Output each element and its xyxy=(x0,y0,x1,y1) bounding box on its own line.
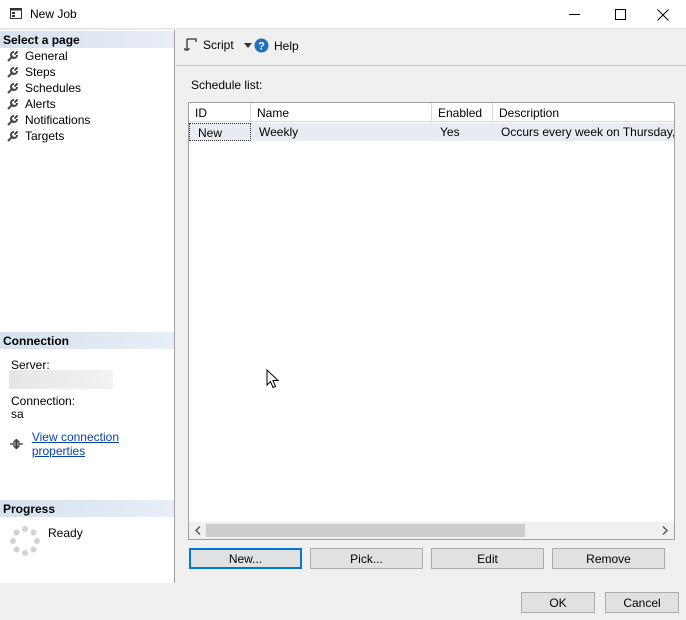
pick-schedule-button[interactable]: Pick... xyxy=(310,548,423,569)
connection-label: Connection: xyxy=(11,394,76,408)
column-header-name[interactable]: Name xyxy=(251,103,432,122)
minimize-button[interactable] xyxy=(551,0,597,29)
scroll-thumb[interactable] xyxy=(206,524,525,537)
cell-description[interactable]: Occurs every week on Thursday, Sat xyxy=(493,123,674,141)
nav-item-schedules[interactable]: Schedules xyxy=(6,80,81,96)
minimize-icon xyxy=(568,14,580,15)
wrench-icon xyxy=(7,98,19,110)
ok-button[interactable]: OK xyxy=(521,592,595,613)
nav-item-targets[interactable]: Targets xyxy=(6,128,64,144)
help-button[interactable]: ? Help xyxy=(254,38,299,53)
wrench-icon xyxy=(7,50,19,62)
nav-item-alerts[interactable]: Alerts xyxy=(6,96,56,112)
new-schedule-button[interactable]: New... xyxy=(189,548,302,569)
edit-schedule-button[interactable]: Edit xyxy=(431,548,544,569)
select-page-header: Select a page xyxy=(0,31,174,48)
nav-item-label: Steps xyxy=(25,65,56,79)
toolbar: Script ? Help xyxy=(176,30,686,66)
schedule-list-label: Schedule list: xyxy=(191,78,263,92)
wrench-icon xyxy=(7,82,19,94)
nav-item-general[interactable]: General xyxy=(6,48,68,64)
progress-header: Progress xyxy=(0,500,174,517)
job-window-icon xyxy=(10,8,22,19)
chevron-right-icon xyxy=(662,526,668,535)
cell-name[interactable]: Weekly xyxy=(251,123,432,141)
mouse-cursor-icon xyxy=(266,369,279,389)
nav-item-steps[interactable]: Steps xyxy=(6,64,56,80)
view-connection-properties-link[interactable]: View connection properties xyxy=(32,430,174,458)
nav-item-label: Notifications xyxy=(25,113,91,127)
cell-enabled[interactable]: Yes xyxy=(432,123,493,141)
chevron-left-icon xyxy=(195,526,201,535)
maximize-icon xyxy=(614,9,626,20)
schedule-grid[interactable]: ID Name Enabled Description New Weekly Y… xyxy=(188,102,675,540)
left-pane: Select a page General Steps Schedules Al… xyxy=(0,30,175,583)
nav-item-label: General xyxy=(25,49,68,63)
table-row[interactable]: New Weekly Yes Occurs every week on Thur… xyxy=(189,123,674,141)
scroll-right-button[interactable] xyxy=(658,524,672,537)
maximize-button[interactable] xyxy=(597,0,643,29)
remove-schedule-button[interactable]: Remove xyxy=(552,548,665,569)
connection-value: sa xyxy=(11,407,24,421)
nav-item-notifications[interactable]: Notifications xyxy=(6,112,90,128)
nav-item-label: Alerts xyxy=(25,97,56,111)
chevron-down-icon xyxy=(243,42,252,48)
cell-id[interactable]: New xyxy=(189,123,251,141)
svg-text:?: ? xyxy=(258,41,265,53)
server-value-redacted xyxy=(9,370,113,389)
connection-header: Connection xyxy=(0,332,174,349)
script-dropdown-button[interactable]: Script xyxy=(184,38,252,52)
help-label: Help xyxy=(274,38,299,53)
grid-header: ID Name Enabled Description xyxy=(189,103,674,122)
close-icon xyxy=(657,8,669,21)
connection-plug-icon xyxy=(9,438,23,449)
wrench-icon xyxy=(7,130,19,142)
script-icon xyxy=(184,38,197,51)
scroll-left-button[interactable] xyxy=(191,524,205,537)
column-header-description[interactable]: Description xyxy=(493,103,674,122)
window-title: New Job xyxy=(30,7,77,21)
progress-spinner-icon xyxy=(10,526,40,556)
progress-status: Ready xyxy=(48,526,83,540)
wrench-icon xyxy=(7,114,19,126)
horizontal-scrollbar[interactable] xyxy=(189,522,674,539)
cancel-button[interactable]: Cancel xyxy=(605,592,679,613)
nav-item-label: Schedules xyxy=(25,81,82,95)
close-button[interactable] xyxy=(640,0,686,29)
script-label: Script xyxy=(203,38,234,52)
help-icon: ? xyxy=(254,38,269,53)
column-header-enabled[interactable]: Enabled xyxy=(432,103,493,122)
view-connection-properties[interactable]: View connection properties xyxy=(9,430,174,458)
wrench-icon xyxy=(7,66,19,78)
nav-item-label: Targets xyxy=(25,129,65,143)
column-header-id[interactable]: ID xyxy=(189,103,251,122)
title-bar: New Job xyxy=(0,0,686,29)
